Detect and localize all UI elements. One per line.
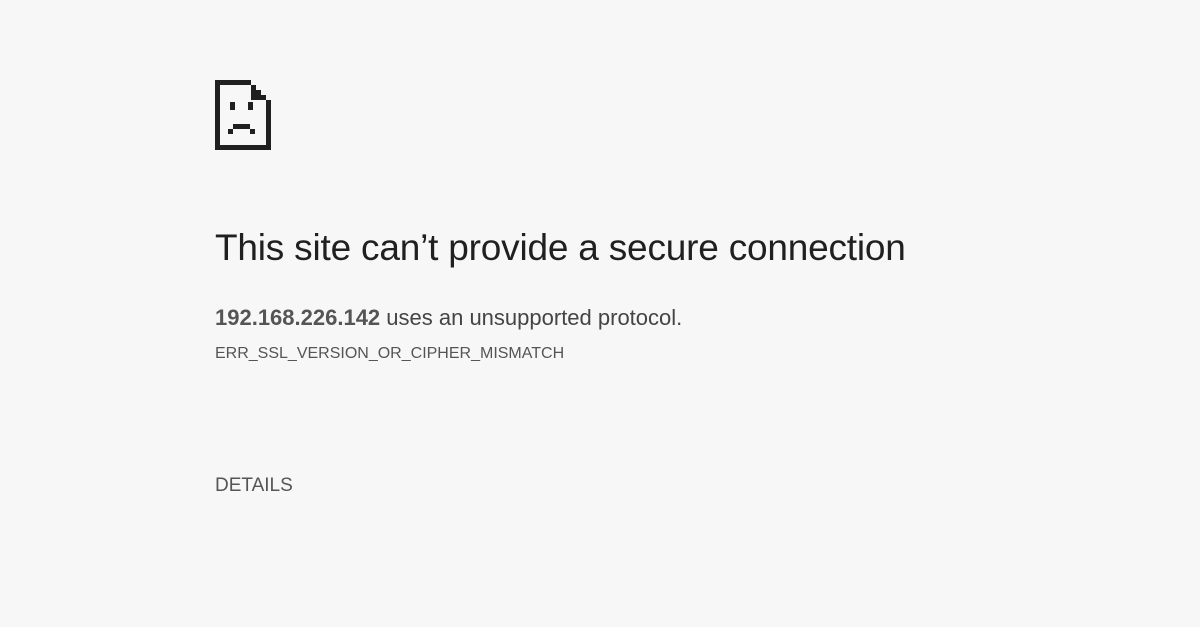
details-button[interactable]: DETAILS [215, 474, 293, 498]
error-code: ERR_SSL_VERSION_OR_CIPHER_MISMATCH [215, 345, 565, 362]
sad-page-icon [215, 80, 271, 150]
error-title: This site can’t provide a secure connect… [215, 227, 906, 268]
error-summary: 192.168.226.142 uses an unsupported prot… [215, 303, 682, 333]
error-summary-text: uses an unsupported protocol. [380, 305, 683, 330]
host-address: 192.168.226.142 [215, 305, 381, 330]
